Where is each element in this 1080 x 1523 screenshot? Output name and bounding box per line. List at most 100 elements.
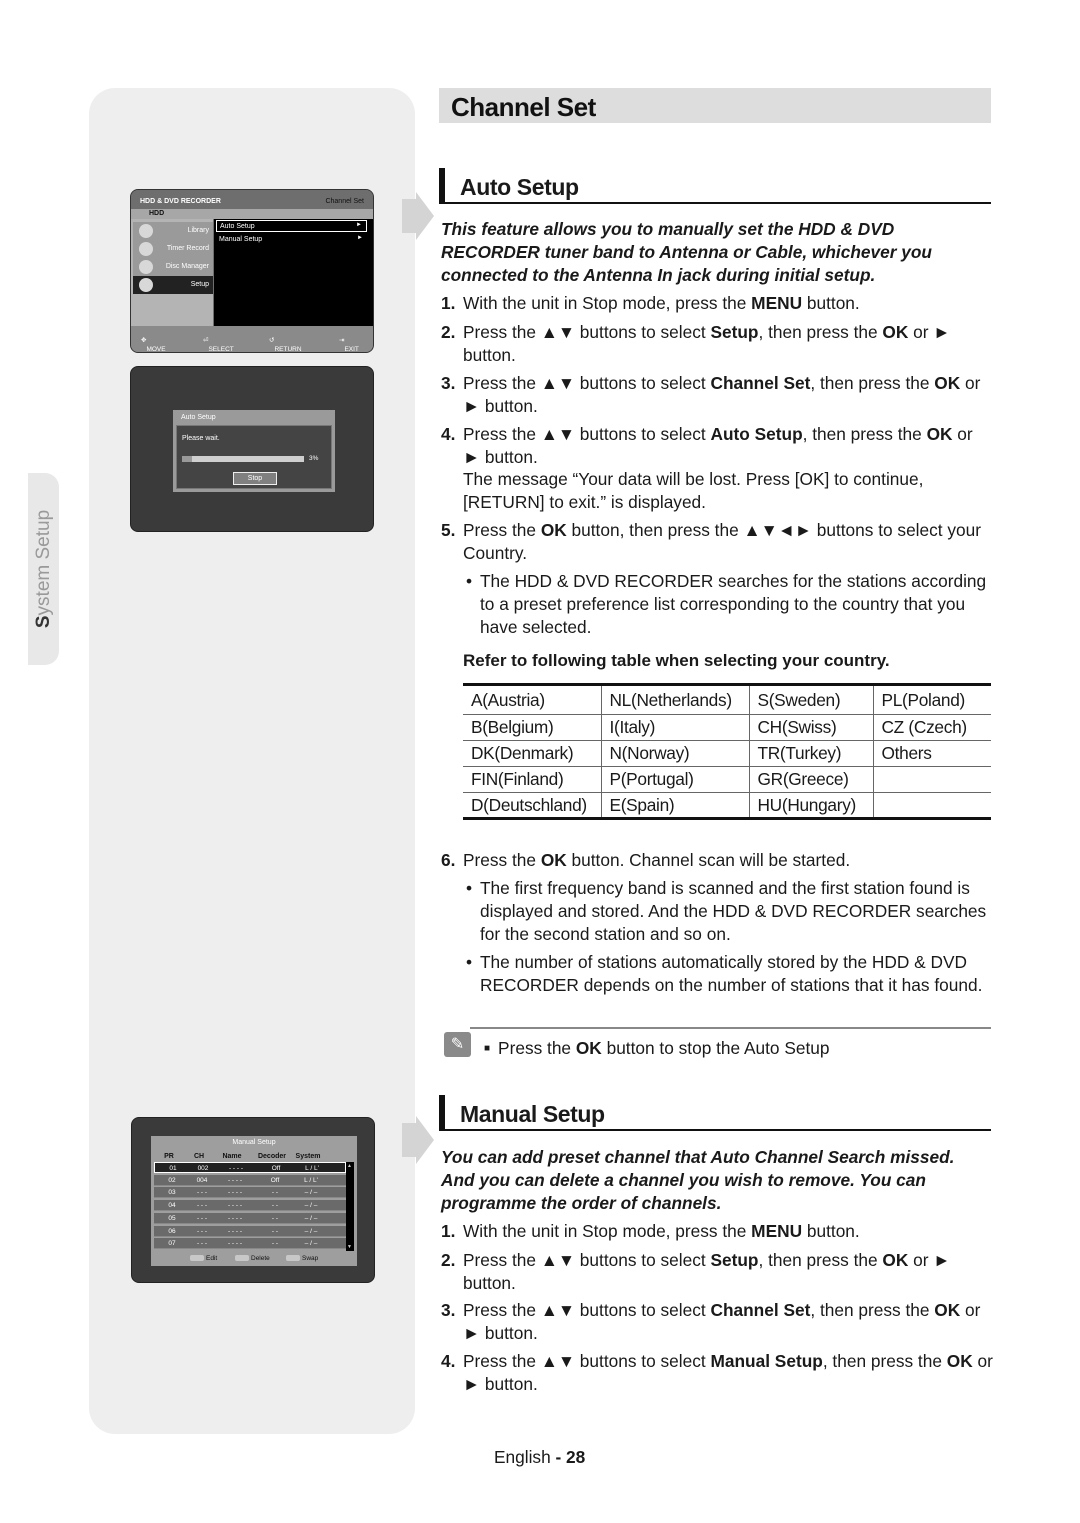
note-divider [470,1027,991,1029]
pointer-arrow-icon [416,192,434,240]
pointer-arrow-icon [416,1116,434,1164]
table-cell: N(Norway) [601,740,750,767]
osd-option-auto-setup[interactable]: Auto Setup ► [216,220,367,232]
table-row: D(Deutschland) E(Spain) HU(Hungary) [463,792,991,820]
step-6-bullet: • The first frequency band is scanned and… [466,878,987,944]
table-cell [873,766,991,793]
table-cell: Others [873,740,991,767]
page-title: Channel Set [451,92,596,122]
scrollbar[interactable]: ▲ ▼ [346,1162,354,1251]
step-5-bullet: • The HDD & DVD RECORDER searches for the… [466,571,987,637]
step-4-message: The message “Your data will be lost. Pre… [463,469,924,512]
note-text: ■ Press the OK button to stop the Auto Se… [484,1038,830,1058]
table-cell: D(Deutschland) [463,792,602,820]
select-hint: ⏎ SELECT [203,337,234,353]
osd-auto-setup-screen: Auto Setup Please wait. 3% Stop [130,366,374,532]
osd-menu-item-disc-manager[interactable]: Disc Manager [133,258,213,276]
page-number: 28 [566,1447,586,1467]
channel-row[interactable]: 02 004- - - - Off L / L' [154,1174,346,1186]
manual-setup-intro: You can add preset channel that Auto Cha… [441,1147,955,1213]
scroll-up-icon: ▲ [347,1163,352,1169]
table-cell: HU(Hungary) [749,792,874,820]
table-cell: A(Austria) [463,683,602,715]
osd-hdd-bar: HDD [131,209,373,219]
progress-label: 3% [309,455,319,462]
key-b-icon [235,1255,249,1262]
channel-list: 01 002- - - - Off L / L' 02 004- - - - Off L / … [154,1162,346,1251]
section-heading-manual-setup: Manual Setup [439,1095,991,1131]
auto-setup-intro: This feature allows you to manually set … [441,219,932,285]
chapter-tab-label: System Setup [33,509,54,629]
channel-row[interactable]: 04- - -- - - -- - – / – [154,1200,346,1212]
return-hint: ↺ RETURN [269,337,302,353]
table-cell: DK(Denmark) [463,740,602,767]
table-cell: FIN(Finland) [463,766,602,793]
country-table: A(Austria) NL(Netherlands) S(Sweden) PL(Pol… [463,683,991,820]
table-cell: NL(Netherlands) [601,683,750,715]
pointer-arrow-icon [402,199,416,233]
osd-footer: Edit Delete Swap [151,1253,357,1265]
osd-manual-setup-screen: Manual Setup PR CH Name Decoder System 0… [131,1117,375,1283]
table-cell: PL(Poland) [873,683,991,715]
page-footer: English - 28 [494,1447,586,1467]
exit-hint: ⇥ EXIT [339,337,359,353]
section-heading-auto-setup: Auto Setup [439,168,991,204]
table-cell: I(Italy) [601,714,750,741]
channel-table-header: PR CH Name Decoder System [164,1153,321,1160]
auto-setup-dialog: Auto Setup Please wait. 3% Stop [173,410,335,492]
channel-row[interactable]: 01 002- - - - Off L / L' [154,1162,346,1173]
country-table-heading: Refer to following table when selecting … [463,651,890,670]
step-2: 2. Press the ▲▼ buttons to select Setup, … [441,1250,951,1293]
progress-bar-fill [182,456,192,462]
step-2: 2. Press the ▲▼ buttons to select Setup, … [441,322,951,365]
osd-menu-item-library[interactable]: Library [133,222,213,240]
move-hint: ✥ MOVE [141,337,166,353]
note-pencil-icon: ✎ [444,1032,471,1057]
step-1: 1. With the unit in Stop mode, press the … [441,1221,860,1241]
table-cell [873,792,991,820]
disc-icon [139,260,153,274]
edit-hint: Edit [190,1255,217,1262]
table-cell: GR(Greece) [749,766,874,793]
step-5: 5. Press the OK button, then press the ▲▼… [441,520,981,563]
table-cell: P(Portugal) [601,766,750,793]
progress-bar [182,456,304,462]
key-c-icon [286,1255,300,1262]
table-row: DK(Denmark) N(Norway) TR(Turkey) Others [463,740,991,767]
timer-icon [139,242,153,256]
osd-side-menu: Library Timer Record Disc Manager Setup [131,219,213,327]
osd-setup-menu-screen: HDD & DVD RECORDER Channel Set HDD Libra… [130,189,374,353]
arrow-right-icon: ► [357,235,363,241]
osd-option-manual-setup[interactable]: Manual Setup ► [216,234,367,246]
osd-menu-item-timer-record[interactable]: Timer Record [133,240,213,258]
stop-button[interactable]: Stop [233,472,277,485]
channel-row[interactable]: 05- - -- - - -- - – / – [154,1212,346,1224]
step-3: 3. Press the ▲▼ buttons to select Channel… [441,373,981,416]
arrow-right-icon: ► [356,222,362,228]
table-cell: CZ (Czech) [873,714,991,741]
key-a-icon [190,1255,204,1262]
swap-hint: Swap [286,1255,318,1262]
step-4: 4. Press the ▲▼ buttons to select Auto Se… [441,424,973,467]
table-cell: E(Spain) [601,792,750,820]
channel-row[interactable]: 06- - -- - - -- - – / – [154,1225,346,1237]
osd-options-panel: Auto Setup ► Manual Setup ► [214,219,373,327]
library-icon [139,224,153,238]
delete-hint: Delete [235,1255,270,1262]
table-row: FIN(Finland) P(Portugal) GR(Greece) [463,766,991,793]
table-cell: S(Sweden) [749,683,874,715]
table-row: B(Belgium) I(Italy) CH(Swiss) CZ (Czech) [463,714,991,741]
table-cell: CH(Swiss) [749,714,874,741]
osd-footer: ✥ MOVE ⏎ SELECT ↺ RETURN ⇥ EXIT [131,326,373,352]
step-3: 3. Press the ▲▼ buttons to select Channel… [441,1300,981,1343]
table-cell: B(Belgium) [463,714,602,741]
step-6-bullet: • The number of stations automatically st… [466,952,983,995]
channel-row[interactable]: 07- - -- - - -- - – / – [154,1238,346,1250]
step-4: 4. Press the ▲▼ buttons to select Manual … [441,1351,993,1394]
osd-menu-item-setup[interactable]: Setup [133,276,213,294]
channel-row[interactable]: 03- - -- - - -- - – / – [154,1187,346,1199]
step-6: 6. Press the OK button. Channel scan will… [441,850,851,870]
gear-icon [139,278,153,292]
step-1: 1. With the unit in Stop mode, press the … [441,293,860,313]
page-title-bar: Channel Set [439,88,991,123]
